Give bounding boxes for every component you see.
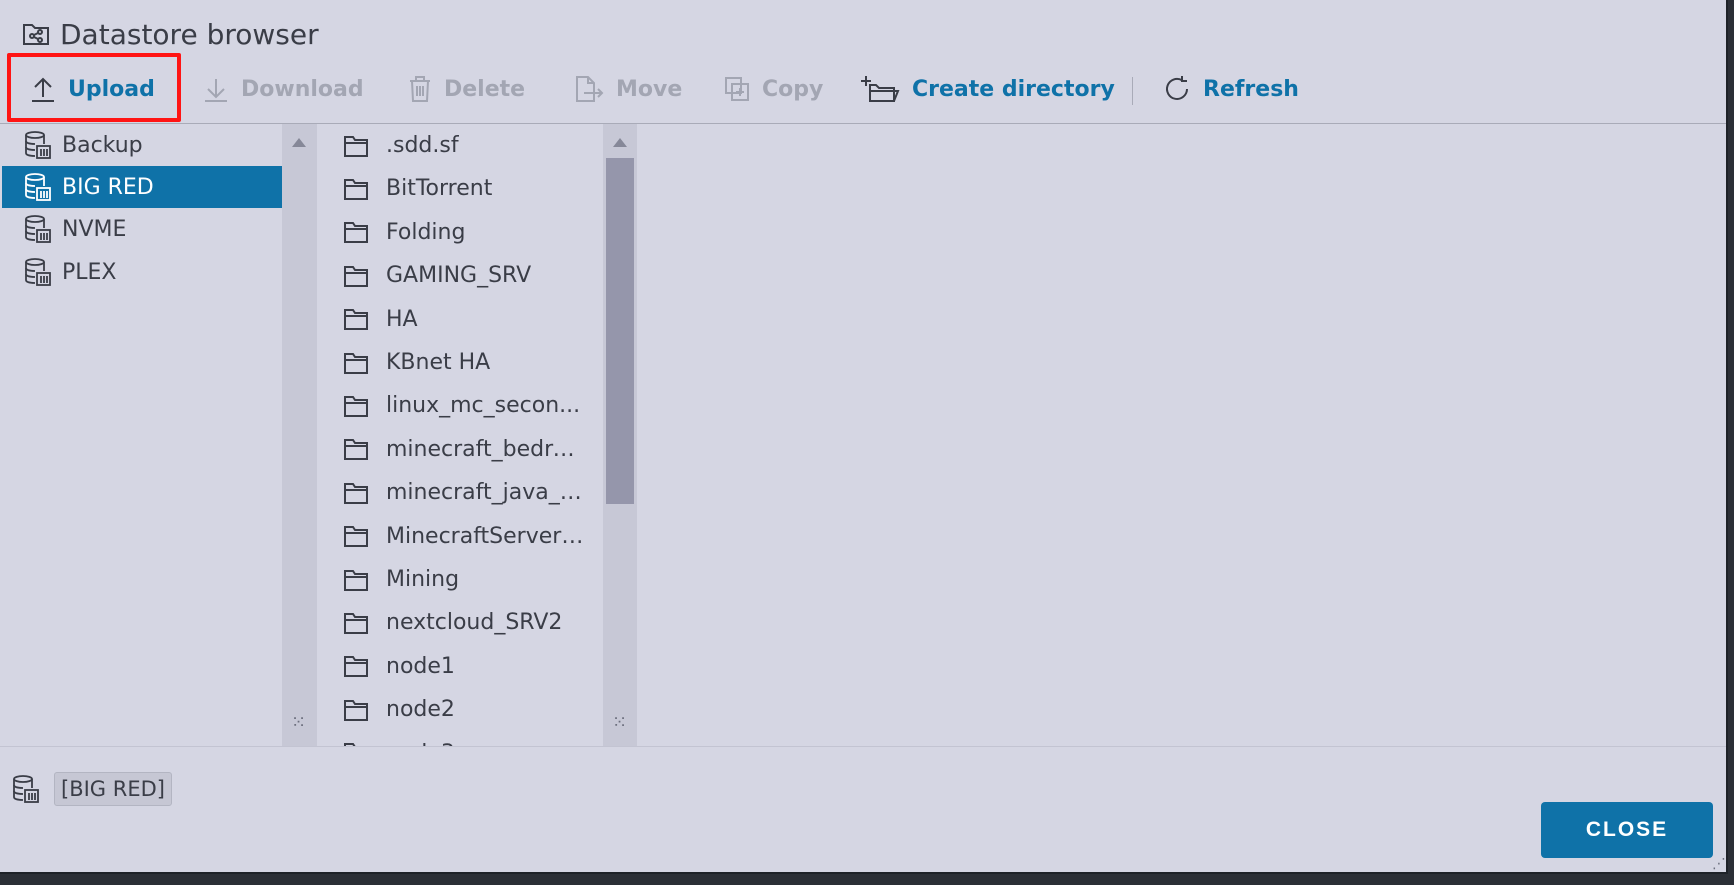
folder-item[interactable]: node1: [318, 645, 603, 688]
close-button[interactable]: CLOSE: [1541, 802, 1713, 858]
folder-label: BitTorrent: [386, 176, 493, 202]
datastore-icon: [25, 215, 51, 243]
folder-label: nextcloud_SRV2: [386, 610, 563, 636]
folder-label: HA: [386, 306, 418, 332]
footer-divider: [0, 746, 1726, 747]
folder-icon: [344, 569, 368, 591]
resize-handle-icon[interactable]: ⋰: [1712, 856, 1726, 872]
folder-icon: [344, 395, 368, 417]
folder-icon: [344, 526, 368, 548]
folder-icon: [344, 265, 368, 287]
toolbar-divider: [1132, 77, 1133, 105]
datastore-item-big-red[interactable]: BIG RED: [2, 166, 282, 208]
folder-icon: [344, 656, 368, 678]
folder-icon: [344, 612, 368, 634]
title-bar: Datastore browser: [22, 14, 319, 54]
create-directory-label: Create directory: [912, 76, 1115, 102]
folder-icon: [344, 699, 368, 721]
folder-item[interactable]: Folding: [318, 211, 603, 254]
datastore-item-backup[interactable]: Backup: [2, 124, 282, 166]
datastore-icon: [25, 258, 51, 286]
folder-label: minecraft_bedro...: [386, 436, 586, 462]
folder-label: minecraft_java_s...: [386, 480, 586, 506]
folder-item[interactable]: HA: [318, 298, 603, 341]
download-icon: [205, 79, 227, 102]
folder-label: linux_mc_secon...: [386, 393, 581, 419]
folder-label: .sdd.sf: [386, 133, 459, 158]
datastore-label: Backup: [62, 132, 143, 158]
new-folder-icon: [861, 76, 900, 102]
refresh-label: Refresh: [1203, 76, 1299, 102]
folder-icon: [344, 439, 368, 461]
datastore-label: BIG RED: [62, 174, 154, 200]
refresh-button[interactable]: Refresh: [1163, 60, 1299, 118]
drag-grip-icon[interactable]: ⁙: [291, 712, 306, 733]
datastore-icon: [25, 131, 51, 159]
folder-item[interactable]: nextcloud_SRV2: [318, 601, 603, 644]
drag-grip-icon[interactable]: ⁙: [612, 712, 627, 733]
datastore-label: NVME: [62, 216, 127, 242]
trash-icon: [410, 76, 430, 102]
folder-label: KBnet HA: [386, 350, 491, 375]
toolbar: Upload Download Delete Move Copy Create …: [0, 52, 1726, 124]
download-button[interactable]: Download: [203, 60, 364, 118]
download-label: Download: [241, 76, 364, 102]
copy-label: Copy: [762, 76, 824, 102]
delete-button[interactable]: Delete: [408, 60, 525, 118]
folder-item[interactable]: minecraft_bedro...: [318, 428, 603, 471]
folder-list: .sdd.sf BitTorrent Folding GAMING_SRV HA KBne…: [318, 124, 603, 746]
datastore-browser-dialog: Datastore browser Upload Download Delete…: [0, 0, 1728, 874]
folder-item[interactable]: minecraft_java_s...: [318, 471, 603, 514]
folder-item[interactable]: linux_mc_secon...: [318, 384, 603, 427]
folder-icon: [344, 482, 368, 504]
folder-label: GAMING_SRV: [386, 263, 532, 289]
move-button[interactable]: Move: [574, 60, 682, 118]
folder-label: MinecraftServers...: [386, 523, 586, 549]
refresh-icon: [1166, 76, 1188, 100]
folder-icon: [344, 309, 368, 331]
current-path-chip[interactable]: [BIG RED]: [54, 772, 172, 806]
folder-label: Folding: [386, 219, 466, 245]
folder-share-icon: [22, 20, 50, 48]
folder-label: node1: [386, 653, 455, 679]
datastore-list: Backup BIG RED NVME PLEX: [2, 124, 282, 746]
scroll-up-arrow-icon[interactable]: [613, 138, 627, 147]
folder-icon: [344, 222, 368, 244]
current-path-bar: [BIG RED]: [12, 772, 172, 806]
datastore-label: PLEX: [62, 259, 117, 285]
scroll-up-arrow-icon[interactable]: [292, 138, 306, 147]
copy-button[interactable]: Copy: [724, 60, 823, 118]
folder-label: node2: [386, 697, 455, 723]
folder-item[interactable]: Mining: [318, 558, 603, 601]
folder-icon: [344, 352, 368, 374]
folder-item[interactable]: GAMING_SRV: [318, 254, 603, 297]
create-directory-button[interactable]: Create directory: [860, 60, 1115, 118]
upload-highlight-box: [7, 53, 181, 122]
datastore-icon: [13, 775, 39, 803]
delete-label: Delete: [444, 76, 526, 102]
folder-item[interactable]: node3: [318, 732, 603, 746]
folder-item[interactable]: KBnet HA: [318, 341, 603, 384]
folder-item[interactable]: .sdd.sf: [318, 124, 603, 167]
move-icon: [576, 76, 604, 102]
datastore-icon: [25, 173, 51, 201]
folder-icon: [344, 135, 368, 157]
datastore-item-nvme[interactable]: NVME: [2, 208, 282, 250]
folder-icon: [344, 178, 368, 200]
datastore-list-scrollbar[interactable]: ⁙: [282, 124, 317, 746]
copy-icon: [725, 77, 749, 101]
datastore-item-plex[interactable]: PLEX: [2, 251, 282, 293]
folder-item[interactable]: MinecraftServers...: [318, 515, 603, 558]
folder-item[interactable]: node2: [318, 688, 603, 731]
move-label: Move: [616, 76, 683, 102]
dialog-title: Datastore browser: [60, 17, 319, 51]
folder-label: Mining: [386, 567, 460, 592]
folder-list-scrollbar[interactable]: ⁙: [603, 124, 637, 746]
scroll-thumb[interactable]: [606, 158, 634, 504]
folder-item[interactable]: BitTorrent: [318, 167, 603, 210]
